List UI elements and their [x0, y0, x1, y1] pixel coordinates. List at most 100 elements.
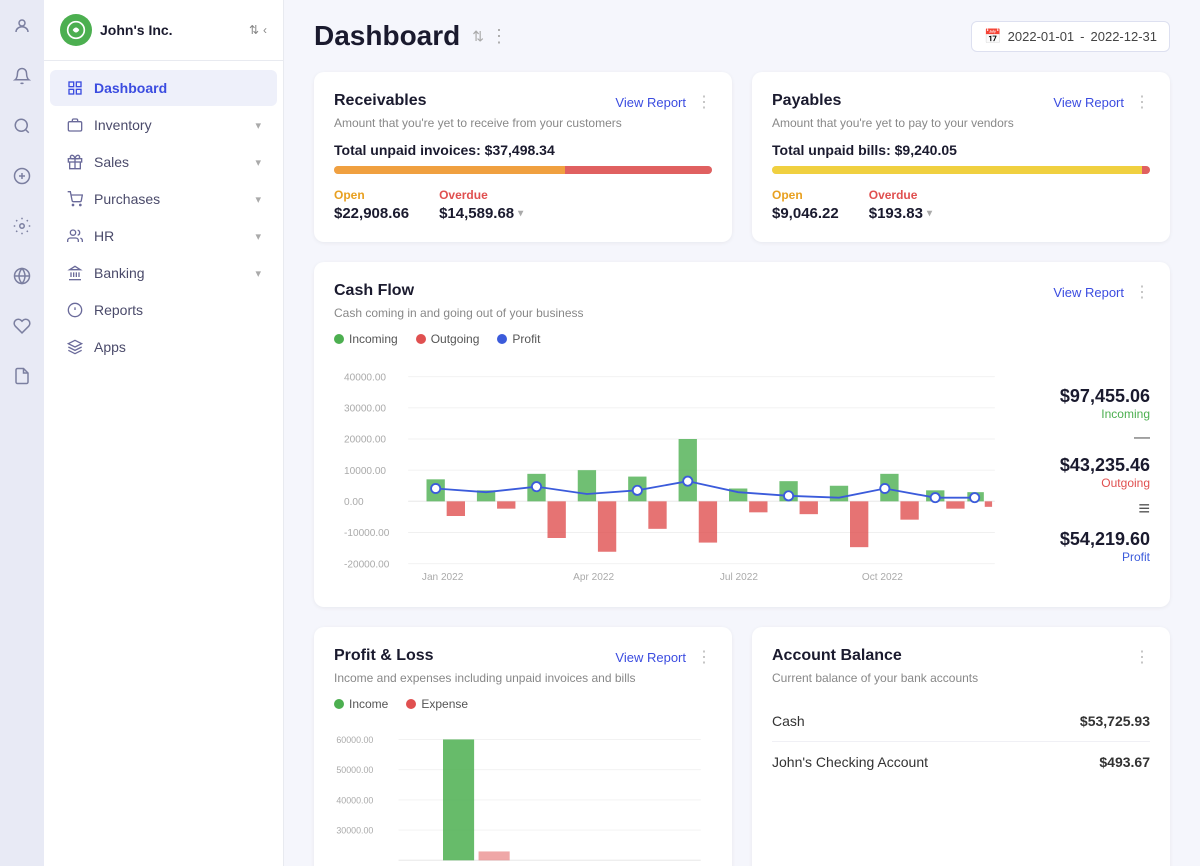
title-sort-icon[interactable]: ⇅	[472, 28, 484, 45]
payables-overdue-bar	[1142, 166, 1150, 174]
pl-view-report[interactable]: View Report	[615, 650, 686, 665]
sidebar-item-banking[interactable]: Banking ▾	[50, 255, 277, 291]
sidebar-item-inventory[interactable]: Inventory ▾	[50, 107, 277, 143]
main-content: Dashboard ⇅ ⋮ 📅 2022-01-01 - 2022-12-31 …	[284, 0, 1200, 866]
payables-open-label: Open	[772, 188, 839, 202]
company-back[interactable]: ‹	[263, 23, 267, 37]
svg-text:Oct 2022: Oct 2022	[862, 572, 903, 582]
svg-text:60000.00: 60000.00	[336, 735, 373, 745]
svg-text:-10000.00: -10000.00	[344, 528, 390, 539]
company-controls[interactable]: ⇅ ‹	[249, 23, 267, 37]
payables-stats: Open $9,046.22 Overdue $193.83 ▾	[772, 188, 1150, 222]
sidebar-item-hr[interactable]: HR ▾	[50, 218, 277, 254]
receivables-view-report[interactable]: View Report	[615, 95, 686, 110]
icon-bell[interactable]	[6, 60, 38, 92]
sales-icon	[66, 154, 84, 170]
icon-globe[interactable]	[6, 260, 38, 292]
bar-oct-out	[900, 501, 918, 519]
payables-total: Total unpaid bills: $9,240.05	[772, 142, 1150, 158]
company-up-down[interactable]: ⇅	[249, 23, 259, 37]
pl-income-legend: Income	[334, 697, 388, 711]
bar-mar-out	[548, 501, 566, 538]
page-title: Dashboard	[314, 20, 460, 52]
chevron-down-icon: ▾	[255, 230, 261, 243]
bar-dec-out	[985, 501, 992, 507]
company-header[interactable]: John's Inc. ⇅ ‹	[44, 0, 283, 61]
banking-icon	[66, 265, 84, 281]
profit-dot-jun	[683, 477, 692, 486]
profit-dot-nov	[931, 493, 940, 502]
receivables-menu[interactable]: ⋮	[696, 92, 712, 112]
sidebar-item-label: Dashboard	[94, 80, 167, 96]
receivables-overdue-label: Overdue	[439, 188, 523, 202]
sidebar-item-apps[interactable]: Apps	[50, 329, 277, 365]
sidebar-item-purchases[interactable]: Purchases ▾	[50, 181, 277, 217]
cashflow-header: Cash Flow View Report ⋮	[334, 282, 1150, 302]
cashflow-view-report[interactable]: View Report	[1053, 285, 1124, 300]
icon-user[interactable]	[6, 10, 38, 42]
ab-title: Account Balance	[772, 647, 902, 665]
sidebar-item-label: HR	[94, 228, 114, 244]
icon-file[interactable]	[6, 360, 38, 392]
account-balance-card: Account Balance ⋮ Current balance of you…	[752, 627, 1170, 866]
cashflow-title: Cash Flow	[334, 282, 414, 300]
outgoing-summary: $43,235.46 Outgoing	[1030, 455, 1150, 490]
top-cards-row: Receivables View Report ⋮ Amount that yo…	[314, 72, 1170, 242]
pl-expense-legend: Expense	[406, 697, 468, 711]
receivables-title: Receivables	[334, 92, 427, 110]
receivables-open-bar	[334, 166, 565, 174]
bar-feb-out	[497, 501, 515, 508]
svg-text:30000.00: 30000.00	[336, 826, 373, 836]
payables-overdue-dropdown[interactable]: ▾	[927, 208, 932, 219]
hr-icon	[66, 228, 84, 244]
title-controls[interactable]: ⇅ ⋮	[472, 26, 508, 47]
overdue-dropdown[interactable]: ▾	[518, 208, 523, 219]
receivables-total: Total unpaid invoices: $37,498.34	[334, 142, 712, 158]
divider-2: ≡	[1030, 498, 1150, 521]
icon-search[interactable]	[6, 110, 38, 142]
cashflow-svg: 40000.00 30000.00 20000.00 10000.00 0.00…	[334, 362, 1014, 582]
sidebar-item-dashboard[interactable]: Dashboard	[50, 70, 277, 106]
receivables-progress	[334, 166, 712, 174]
profit-dot-oct	[880, 484, 889, 493]
profit-dot-mar	[532, 482, 541, 491]
dashboard-content: Receivables View Report ⋮ Amount that yo…	[284, 62, 1200, 866]
ab-rows: Cash $53,725.93 John's Checking Account …	[772, 701, 1150, 782]
cashflow-subtitle: Cash coming in and going out of your bus…	[334, 306, 1150, 320]
pl-subtitle: Income and expenses including unpaid inv…	[334, 671, 712, 685]
svg-text:Jul 2022: Jul 2022	[720, 572, 758, 582]
payables-menu[interactable]: ⋮	[1134, 92, 1150, 112]
pl-menu[interactable]: ⋮	[696, 647, 712, 667]
profit-value: $54,219.60	[1030, 529, 1150, 550]
svg-text:Jan 2022: Jan 2022	[422, 572, 464, 582]
payables-title: Payables	[772, 92, 841, 110]
icon-settings[interactable]	[6, 210, 38, 242]
date-range-picker[interactable]: 📅 2022-01-01 - 2022-12-31	[971, 21, 1170, 52]
apps-icon	[66, 339, 84, 355]
chevron-down-icon: ▾	[255, 156, 261, 169]
chevron-down-icon: ▾	[255, 119, 261, 132]
incoming-summary: $97,455.06 Incoming	[1030, 386, 1150, 421]
icon-plus[interactable]	[6, 160, 38, 192]
receivables-overdue-bar	[565, 166, 712, 174]
bar-nov-out	[946, 501, 964, 508]
ab-actions: ⋮	[1134, 647, 1150, 667]
sidebar-item-label: Purchases	[94, 191, 160, 207]
svg-text:20000.00: 20000.00	[344, 435, 386, 446]
title-menu-icon[interactable]: ⋮	[490, 26, 508, 47]
sidebar-item-sales[interactable]: Sales ▾	[50, 144, 277, 180]
payables-view-report[interactable]: View Report	[1053, 95, 1124, 110]
sidebar-item-reports[interactable]: Reports	[50, 292, 277, 328]
payables-progress	[772, 166, 1150, 174]
icon-heart[interactable]	[6, 310, 38, 342]
pl-title: Profit & Loss	[334, 647, 434, 665]
payables-open-stat: Open $9,046.22	[772, 188, 839, 222]
profit-dot-dec	[970, 493, 979, 502]
bar-apr-out	[598, 501, 616, 551]
payables-overdue-stat: Overdue $193.83 ▾	[869, 188, 932, 222]
ab-row-checking: John's Checking Account $493.67	[772, 742, 1150, 782]
cashflow-menu[interactable]: ⋮	[1134, 282, 1150, 302]
ab-menu[interactable]: ⋮	[1134, 647, 1150, 667]
cashflow-actions: View Report ⋮	[1053, 282, 1150, 302]
svg-text:0.00: 0.00	[344, 497, 364, 508]
